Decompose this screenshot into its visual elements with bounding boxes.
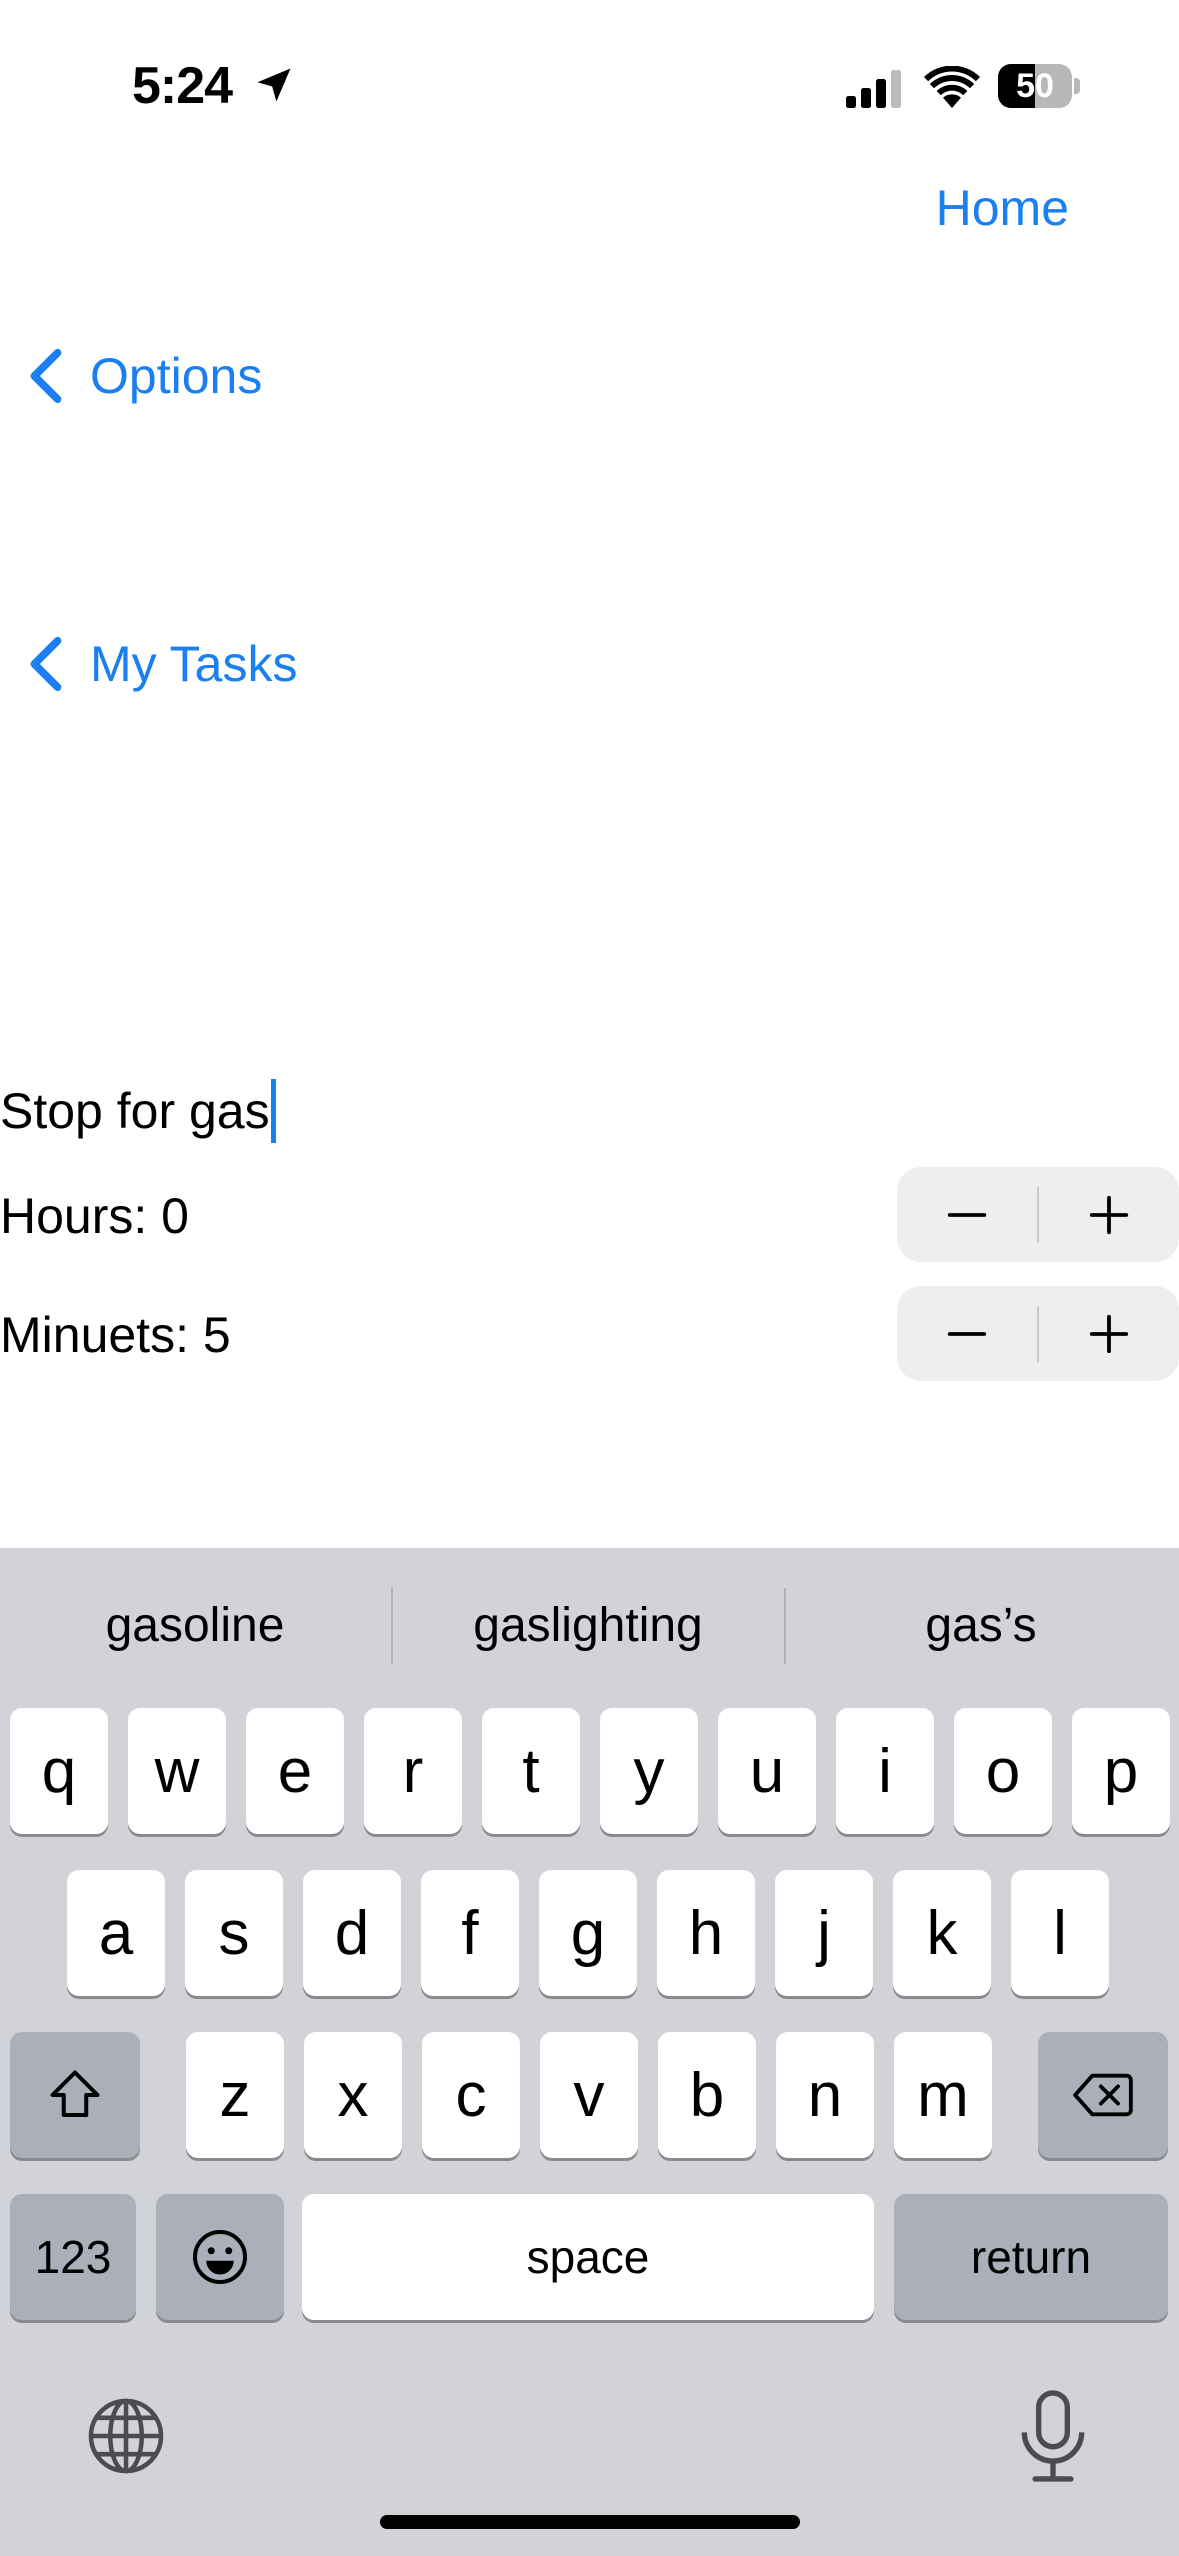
back-options-label: Options: [90, 348, 263, 404]
key-m[interactable]: m: [894, 2032, 992, 2158]
key-r[interactable]: r: [364, 1708, 462, 1834]
minutes-stepper[interactable]: [897, 1286, 1179, 1381]
minutes-decrement-button[interactable]: [897, 1286, 1037, 1381]
battery-icon: 50: [998, 64, 1080, 108]
key-k[interactable]: k: [893, 1870, 991, 1996]
key-f[interactable]: f: [421, 1870, 519, 1996]
numbers-key[interactable]: 123: [10, 2194, 136, 2320]
key-o[interactable]: o: [954, 1708, 1052, 1834]
key-d[interactable]: d: [303, 1870, 401, 1996]
task-name-text: Stop for gas: [0, 1083, 270, 1139]
key-j[interactable]: j: [775, 1870, 873, 1996]
space-key[interactable]: space: [302, 2194, 874, 2320]
backspace-icon: [1073, 2073, 1133, 2117]
chevron-left-icon: [30, 348, 62, 404]
key-a[interactable]: a: [67, 1870, 165, 1996]
key-v[interactable]: v: [540, 2032, 638, 2158]
back-to-options-button[interactable]: Options: [26, 346, 262, 406]
key-q[interactable]: q: [10, 1708, 108, 1834]
key-e[interactable]: e: [246, 1708, 344, 1834]
key-l[interactable]: l: [1011, 1870, 1109, 1996]
task-name-input[interactable]: Stop for gas: [0, 1076, 600, 1146]
key-p[interactable]: p: [1072, 1708, 1170, 1834]
key-h[interactable]: h: [657, 1870, 755, 1996]
minutes-increment-button[interactable]: [1039, 1286, 1179, 1381]
key-b[interactable]: b: [658, 2032, 756, 2158]
key-g[interactable]: g: [539, 1870, 637, 1996]
home-button[interactable]: Home: [936, 178, 1069, 238]
chevron-left-icon: [30, 636, 62, 692]
key-u[interactable]: u: [718, 1708, 816, 1834]
shift-key[interactable]: [10, 2032, 140, 2158]
status-time: 5:24: [132, 57, 233, 115]
home-indicator: [380, 2515, 800, 2529]
hours-stepper[interactable]: [897, 1167, 1179, 1262]
key-x[interactable]: x: [304, 2032, 402, 2158]
return-key[interactable]: return: [894, 2194, 1168, 2320]
suggestion-2[interactable]: gaslighting: [393, 1548, 783, 1702]
hours-decrement-button[interactable]: [897, 1167, 1037, 1262]
key-i[interactable]: i: [836, 1708, 934, 1834]
location-arrow-icon: [257, 68, 291, 102]
minus-icon: [947, 1212, 987, 1217]
signal-icon: [846, 70, 901, 108]
shift-icon: [50, 2070, 100, 2117]
hours-label: Hours: 0: [0, 1188, 189, 1244]
emoji-key[interactable]: [156, 2194, 284, 2320]
battery-percentage: 50: [1016, 67, 1054, 105]
key-c[interactable]: c: [422, 2032, 520, 2158]
backspace-key[interactable]: [1038, 2032, 1168, 2158]
back-to-my-tasks-button[interactable]: My Tasks: [26, 634, 297, 694]
hours-increment-button[interactable]: [1039, 1167, 1179, 1262]
key-w[interactable]: w: [128, 1708, 226, 1834]
key-t[interactable]: t: [482, 1708, 580, 1834]
back-tasks-label: My Tasks: [90, 636, 298, 692]
key-n[interactable]: n: [776, 2032, 874, 2158]
emoji-icon: [193, 2230, 247, 2284]
key-z[interactable]: z: [186, 2032, 284, 2158]
plus-icon: [1089, 1314, 1129, 1353]
key-y[interactable]: y: [600, 1708, 698, 1834]
minus-icon: [947, 1331, 987, 1336]
suggestion-1[interactable]: gasoline: [0, 1548, 390, 1702]
keyboard: gasoline gaslighting gas’s qwertyuiop as…: [0, 1548, 1179, 2556]
minutes-label: Minuets: 5: [0, 1307, 231, 1363]
wifi-icon: [924, 66, 980, 108]
key-s[interactable]: s: [185, 1870, 283, 1996]
plus-icon: [1089, 1195, 1129, 1234]
suggestion-3[interactable]: gas’s: [786, 1548, 1176, 1702]
globe-icon[interactable]: [84, 2394, 168, 2478]
text-cursor: [270, 1079, 276, 1143]
microphone-icon[interactable]: [1010, 2388, 1096, 2484]
